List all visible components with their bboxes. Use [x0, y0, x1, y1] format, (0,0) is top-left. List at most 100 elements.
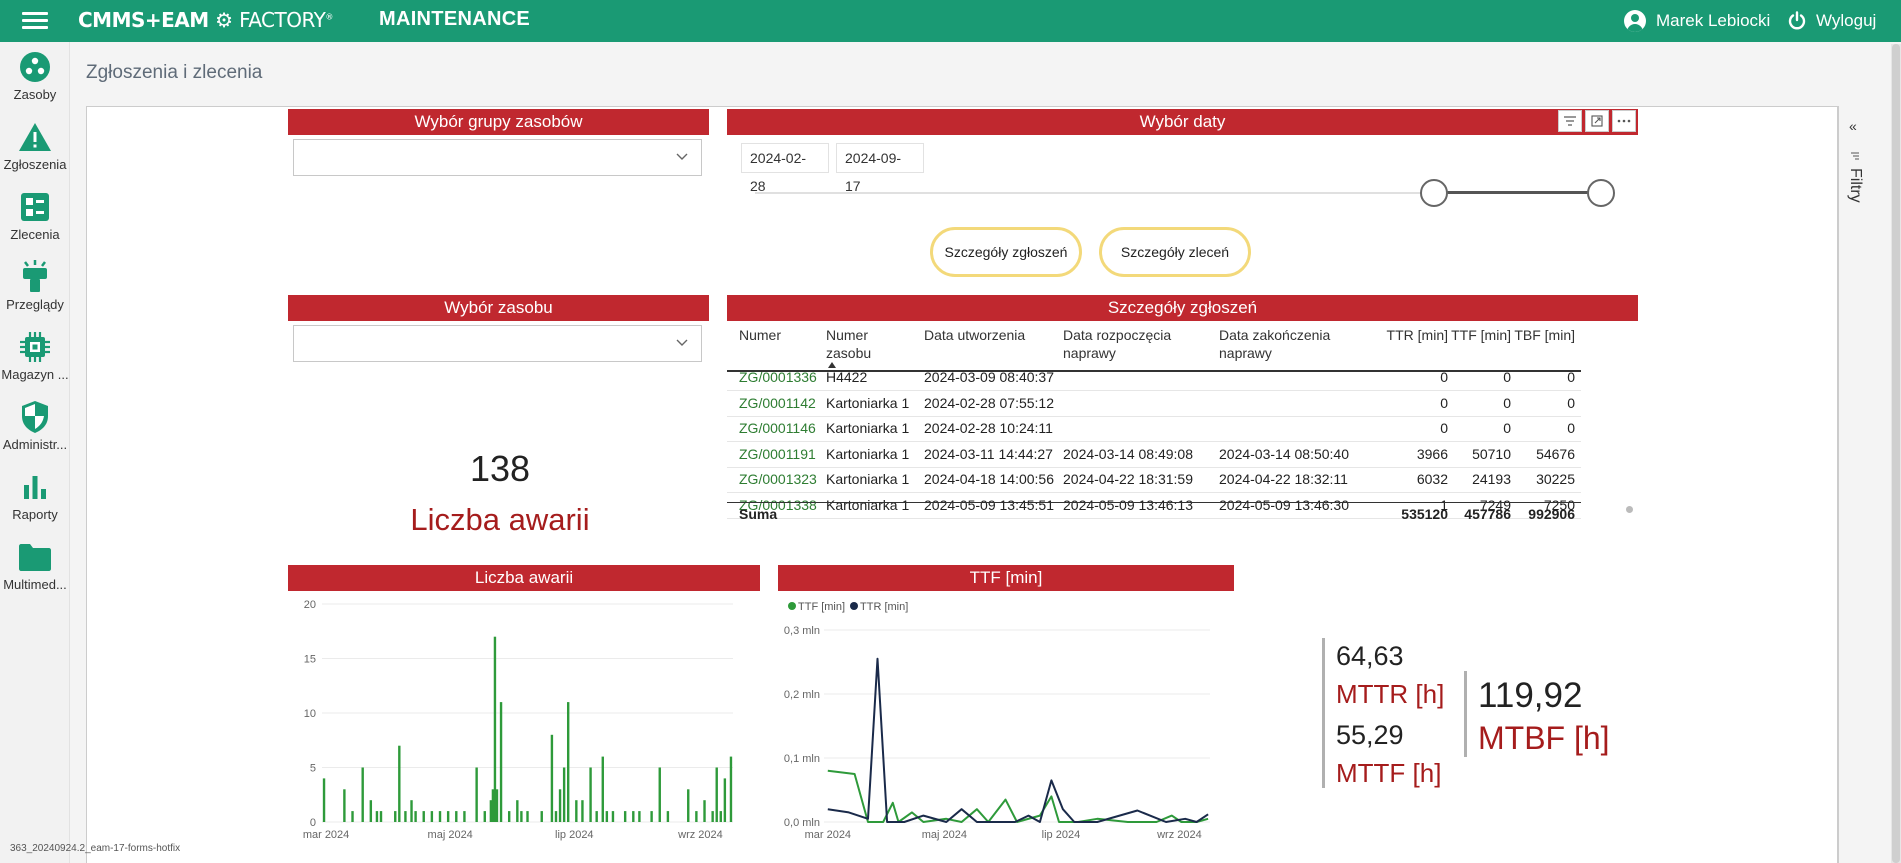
date-slider-end-handle[interactable] — [1587, 179, 1615, 207]
sum-ttf: 457786 — [1464, 506, 1511, 522]
request-details-button[interactable]: Szczegóły zgłoszeń — [930, 227, 1082, 277]
bar — [483, 811, 486, 822]
bar — [566, 702, 570, 822]
request-number-link[interactable]: ZG/0001146 — [739, 420, 823, 436]
bar — [632, 811, 635, 822]
filter-visual-button[interactable] — [1558, 110, 1582, 132]
table-row[interactable]: ZG/0001191 Kartoniarka 1 2024-03-11 14:44:… — [727, 443, 1581, 468]
col-header[interactable]: Data utworzenia — [924, 326, 1054, 344]
sidebar-item-przeglady[interactable]: Przeglądy — [0, 259, 70, 312]
sidebar-item-multimedia[interactable]: Multimed... — [0, 539, 70, 592]
sidebar-item-zgloszenia[interactable]: Zgłoszenia — [0, 119, 70, 172]
sidebar-item-raporty[interactable]: Raporty — [0, 469, 70, 522]
app-logo[interactable]: CMMS+EAM ⚙ FACTORY® — [78, 8, 333, 32]
mtbf-label: MTBF [h] — [1478, 720, 1610, 756]
table-cell: 0 — [1503, 369, 1511, 385]
bar — [495, 789, 499, 822]
user-menu[interactable]: Marek Lebiocki — [1624, 6, 1770, 36]
y-tick-label: 0,3 mln — [784, 625, 820, 637]
table-row[interactable]: ZG/0001142 Kartoniarka 1 2024-02-28 07:55:… — [727, 392, 1581, 417]
y-tick-label: 20 — [304, 599, 316, 611]
bar — [623, 811, 627, 822]
bar — [723, 778, 727, 822]
asset-dropdown[interactable] — [293, 325, 702, 362]
sidebar-item-label: Raporty — [12, 507, 58, 522]
col-header[interactable]: TTF [min] — [1449, 326, 1511, 344]
collapse-filters-icon[interactable]: « — [1849, 118, 1857, 134]
bar — [558, 789, 562, 822]
sidebar-item-label: Zasoby — [13, 87, 57, 102]
scrollbar-thumb[interactable] — [1892, 44, 1900, 863]
bar — [589, 767, 592, 822]
bar — [414, 811, 417, 822]
focus-mode-button[interactable] — [1585, 110, 1609, 132]
table-cell: 0 — [1440, 420, 1448, 436]
details-table: Numer Numer zasobu Data utworzenia Data … — [727, 322, 1581, 522]
bar — [351, 811, 354, 822]
bar — [605, 811, 609, 822]
table-cell: 2024-02-28 10:24:11 — [924, 420, 1053, 436]
order-details-button[interactable]: Szczegóły zleceń — [1099, 227, 1251, 277]
failures-label: Liczba awarii — [410, 502, 590, 537]
bar — [438, 811, 442, 822]
user-name: Marek Lebiocki — [1656, 11, 1771, 30]
date-to-input[interactable]: 2024-09-17 — [836, 143, 924, 194]
version-label: 363_20240924.2_eam-17-forms-hotfix — [10, 843, 181, 854]
table-row[interactable]: ZG/0001336 H4422 2024-03-09 08:40:37 0 0 0 — [727, 366, 1581, 391]
bar — [581, 800, 584, 822]
bar — [695, 811, 698, 822]
col-header[interactable]: Data rozpoczęcia naprawy — [1063, 326, 1213, 362]
col-header[interactable]: TBF [min] — [1513, 326, 1575, 344]
request-number-link[interactable]: ZG/0001191 — [739, 446, 823, 462]
asset-group-dropdown[interactable] — [293, 139, 702, 176]
date-header: Wybór daty — [727, 109, 1638, 135]
ttf-line-chart: 0,0 mln 0,1 mln 0,2 mln 0,3 mln mar 2024 maj … — [784, 601, 1210, 841]
request-number-link[interactable]: ZG/0001323 — [739, 471, 823, 487]
shield-icon — [17, 399, 53, 435]
table-cell: 2024-03-11 14:44:27 — [924, 445, 1053, 462]
bar — [394, 811, 397, 822]
failures-count: 138 — [469, 448, 531, 489]
table-cell: 0 — [1567, 394, 1575, 411]
filters-label[interactable]: Filtry — [1846, 168, 1864, 203]
request-number-link[interactable]: ZG/0001142 — [739, 395, 823, 411]
table-cell: Kartoniarka 1 — [826, 471, 910, 487]
legend-label: TTR [min] — [860, 601, 908, 613]
y-tick-label: 15 — [304, 654, 316, 666]
date-from-input[interactable]: 2024-02-28 — [741, 143, 829, 194]
bar — [650, 811, 653, 822]
page-scrollbar[interactable] — [1891, 44, 1901, 863]
col-header[interactable]: Data zakończenia naprawy — [1219, 326, 1369, 362]
table-cell: H4422 — [826, 369, 868, 385]
bar — [430, 811, 434, 822]
table-scroll-indicator[interactable] — [1626, 506, 1633, 513]
sidebar-item-administracja[interactable]: Administr... — [0, 399, 70, 452]
bar — [575, 800, 578, 822]
table-cell: Kartoniarka 1 — [826, 445, 910, 462]
y-tick-label: 0,1 mln — [784, 753, 820, 765]
table-row[interactable]: ZG/0001146 Kartoniarka 1 2024-02-28 10:24:… — [727, 417, 1581, 442]
col-header[interactable]: TTR [min] — [1371, 326, 1448, 344]
sidebar-item-magazyn[interactable]: Magazyn ... — [0, 329, 70, 382]
y-tick-label: 5 — [310, 763, 316, 775]
col-header[interactable]: Numer zasobu — [826, 326, 906, 362]
bar — [595, 811, 598, 822]
legend-marker — [850, 602, 858, 610]
more-options-button[interactable] — [1612, 110, 1636, 132]
bar — [540, 811, 543, 822]
sidebar-item-zasoby[interactable]: Zasoby — [0, 49, 70, 102]
inspection-icon — [17, 259, 53, 295]
table-cell: 2024-03-09 08:40:37 — [924, 369, 1054, 385]
bar — [711, 811, 714, 822]
y-tick-label: 10 — [304, 708, 316, 720]
logout-button[interactable]: Wyloguj — [1787, 6, 1876, 36]
request-number-link[interactable]: ZG/0001336 — [739, 369, 823, 385]
sidebar-item-zlecenia[interactable]: Zlecenia — [0, 189, 70, 242]
ttf-chart-header: TTF [min] — [778, 565, 1234, 591]
failures-bar-chart: 0 5 10 15 20 mar 2024 maj 2024 lip 2024 wrz 2024 — [303, 599, 733, 841]
bar — [719, 811, 722, 822]
legend-marker — [788, 602, 796, 610]
table-row[interactable]: ZG/0001323 Kartoniarka 1 2024-04-18 14:00:… — [727, 468, 1581, 493]
menu-icon[interactable] — [22, 8, 48, 34]
col-header[interactable]: Numer — [739, 326, 809, 344]
